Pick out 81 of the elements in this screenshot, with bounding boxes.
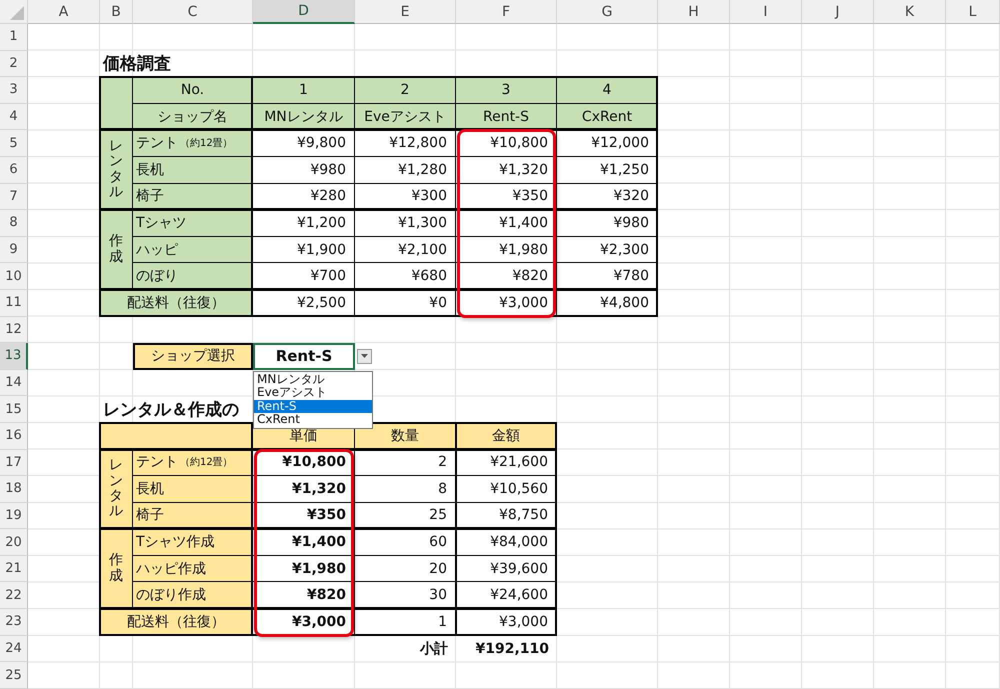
column-header[interactable]: E: [355, 0, 456, 24]
row-header[interactable]: 23: [0, 609, 28, 636]
field-label: ショップ選択: [133, 343, 253, 370]
row-header[interactable]: 11: [0, 290, 28, 317]
row-label: Tシャツ: [133, 210, 253, 237]
row-header[interactable]: 14: [0, 370, 28, 396]
row-header[interactable]: 19: [0, 502, 28, 530]
group-label: 作成: [100, 210, 133, 290]
row-label: 長机: [133, 476, 253, 503]
row-label: のぼり: [133, 263, 253, 290]
header-cell: 2: [355, 77, 456, 104]
price-cell: ¥1,280: [355, 156, 456, 184]
price-cell: ¥9,800: [253, 130, 355, 157]
row-header[interactable]: 4: [0, 104, 28, 130]
row-header[interactable]: 25: [0, 662, 28, 689]
column-header[interactable]: K: [874, 0, 946, 24]
table-cell: ¥1,980: [253, 556, 355, 582]
column-header[interactable]: D: [253, 0, 355, 24]
row-label: Tシャツ作成: [133, 529, 253, 556]
subtotal-label: 小計: [418, 640, 449, 659]
row-header[interactable]: 10: [0, 263, 28, 290]
price-cell: ¥980: [253, 156, 355, 184]
row-header[interactable]: 13: [0, 343, 28, 370]
row-label: ハッピ作成: [133, 556, 253, 582]
row-header[interactable]: 5: [0, 130, 28, 157]
column-header[interactable]: J: [802, 0, 874, 24]
column-header[interactable]: C: [133, 0, 253, 24]
row-header[interactable]: 9: [0, 236, 28, 264]
dropdown-option[interactable]: Rent-S: [254, 400, 372, 414]
dropdown-option[interactable]: MNレンタル: [254, 372, 372, 386]
row-header[interactable]: 6: [0, 156, 28, 184]
price-cell: ¥1,300: [355, 210, 456, 237]
group-label: 作成: [100, 529, 133, 610]
column-header[interactable]: I: [730, 0, 802, 24]
row-header[interactable]: 3: [0, 77, 28, 104]
caret-icon: [361, 354, 368, 358]
row-header[interactable]: 20: [0, 529, 28, 556]
table-cell: ¥1,320: [253, 476, 355, 503]
column-header[interactable]: B: [100, 0, 133, 24]
column-header[interactable]: F: [456, 0, 557, 24]
price-cell: ¥2,100: [355, 236, 456, 264]
row-header[interactable]: 21: [0, 556, 28, 582]
group-label: レンタル: [100, 450, 133, 530]
row-label: テント（約12畳）: [133, 450, 253, 476]
row-header[interactable]: 22: [0, 582, 28, 610]
column-header[interactable]: L: [946, 0, 1000, 24]
table-cell: ¥1,400: [253, 529, 355, 556]
price-cell: ¥1,980: [456, 236, 557, 264]
price-cell: ¥1,400: [456, 210, 557, 237]
row-label: 長机: [133, 156, 253, 184]
row-header[interactable]: 18: [0, 476, 28, 503]
shop-select-field[interactable]: Rent-S: [253, 343, 355, 370]
row-header[interactable]: 2: [0, 50, 28, 78]
header-cell: 4: [557, 77, 658, 104]
row-header[interactable]: 7: [0, 184, 28, 210]
row-label: のぼり作成: [133, 582, 253, 610]
header-cell: 1: [253, 77, 355, 104]
price-cell: ¥12,800: [355, 130, 456, 157]
row-header[interactable]: 16: [0, 422, 28, 450]
column-header[interactable]: H: [658, 0, 730, 24]
row-header[interactable]: 1: [0, 24, 28, 51]
group-label: レンタル: [100, 130, 133, 210]
row-header[interactable]: 15: [0, 396, 28, 423]
column-header[interactable]: A: [28, 0, 100, 24]
row-header[interactable]: 12: [0, 316, 28, 344]
header-cell: No.: [133, 77, 253, 104]
table-title: レンタル＆作成の: [102, 398, 240, 422]
dropdown-option[interactable]: Eveアシスト: [254, 386, 372, 400]
header-cell: 3: [456, 77, 557, 104]
row-label: ハッピ: [133, 236, 253, 264]
subtotal-value: ¥192,110: [474, 640, 550, 659]
row-header[interactable]: 8: [0, 210, 28, 237]
dropdown-button[interactable]: [357, 348, 372, 364]
price-cell: ¥1,200: [253, 210, 355, 237]
column-header[interactable]: G: [557, 0, 658, 24]
row-header[interactable]: 17: [0, 450, 28, 476]
table-title: 価格調査: [102, 53, 172, 76]
price-cell: ¥1,900: [253, 236, 355, 264]
price-cell: ¥1,320: [456, 156, 557, 184]
row-label: テント（約12畳）: [133, 130, 253, 157]
row-header[interactable]: 24: [0, 636, 28, 662]
